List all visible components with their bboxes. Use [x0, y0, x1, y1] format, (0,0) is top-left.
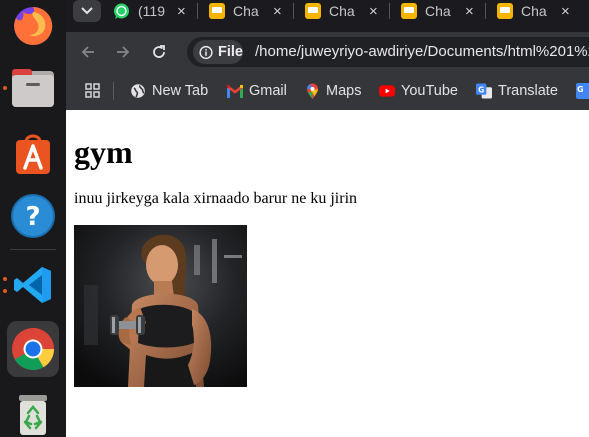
close-icon[interactable]: ×	[465, 3, 474, 20]
slides-icon	[209, 3, 225, 19]
slides-icon	[401, 3, 417, 19]
info-icon	[199, 45, 213, 59]
chip-label: File	[218, 44, 243, 60]
tab-separator	[485, 3, 486, 19]
help-icon[interactable]: ?	[7, 190, 59, 242]
tab-slides[interactable]: Cha ×	[401, 0, 481, 22]
gym-photo	[74, 225, 247, 387]
tab-slides[interactable]: Cha ×	[209, 0, 289, 22]
tab-slides[interactable]: Cha ×	[305, 0, 385, 22]
trash-icon[interactable]	[7, 388, 59, 437]
web-page: gym inuu jirkeyga kala xirnaado barur ne…	[66, 110, 589, 437]
bookmark-maps[interactable]: Maps	[304, 81, 361, 101]
bookmark-translate[interactable]: G Translate	[476, 81, 558, 101]
url-text: /home/juweyriyo-awdiriye/Documents/html%…	[255, 43, 589, 60]
slides-icon	[497, 3, 513, 19]
tab-search-button[interactable]	[73, 0, 101, 22]
bookmark-youtube[interactable]: YouTube	[379, 81, 458, 101]
tab-title: Cha	[425, 3, 451, 19]
back-arrow-icon[interactable]	[80, 44, 96, 60]
close-icon[interactable]: ×	[273, 3, 282, 20]
apps-grid-icon[interactable]	[85, 83, 100, 98]
reload-icon[interactable]	[151, 44, 167, 60]
tab-separator	[389, 3, 390, 19]
address-bar[interactable]: File /home/juweyriyo-awdiriye/Documents/…	[187, 37, 589, 67]
tab-title: Cha	[233, 3, 259, 19]
bookmark-label: Translate	[498, 83, 558, 99]
running-indicator	[3, 289, 7, 293]
app-center-icon[interactable]	[7, 128, 59, 180]
whatsapp-icon	[114, 3, 129, 19]
chrome-icon[interactable]	[7, 321, 59, 377]
dock-separator	[10, 249, 56, 250]
gmail-icon	[227, 83, 243, 99]
running-indicator	[3, 277, 7, 281]
bookmark-overflow-icon[interactable]: G	[576, 83, 589, 99]
translate-icon: G	[476, 83, 492, 99]
svg-text:?: ?	[25, 202, 40, 232]
tab-title: Cha	[329, 3, 355, 19]
bookmark-gmail[interactable]: Gmail	[227, 81, 287, 101]
bookmark-new-tab[interactable]: New Tab	[130, 81, 208, 101]
map-pin-icon	[304, 83, 320, 99]
firefox-icon[interactable]	[7, 0, 59, 52]
tab-title: (119	[138, 3, 165, 19]
ubuntu-dock: ?	[0, 0, 66, 437]
tab-separator	[293, 3, 294, 19]
tab-whatsapp[interactable]: (119 ×	[113, 0, 193, 22]
globe-icon	[130, 83, 146, 99]
tab-slides[interactable]: Cha ×	[497, 0, 577, 22]
site-info-chip[interactable]: File	[193, 40, 243, 64]
tab-separator	[197, 3, 198, 19]
tab-title: Cha	[521, 3, 547, 19]
close-icon[interactable]: ×	[369, 3, 378, 20]
bookmark-label: Maps	[326, 83, 362, 99]
vscode-icon[interactable]	[7, 259, 59, 311]
close-icon[interactable]: ×	[177, 3, 186, 20]
slides-icon	[305, 3, 321, 19]
page-paragraph: inuu jirkeyga kala xirnaado barur ne ku …	[74, 190, 358, 207]
bookmark-label: Gmail	[249, 83, 287, 99]
close-icon[interactable]: ×	[561, 3, 570, 20]
forward-arrow-icon[interactable]	[115, 44, 131, 60]
bookmark-label: YouTube	[401, 83, 458, 99]
svg-text:G: G	[478, 85, 484, 94]
youtube-icon	[379, 83, 395, 99]
bookmarks-bar: New Tab Gmail Maps YouTube G Translate G	[66, 72, 589, 110]
gym-photo-graphic	[74, 225, 247, 387]
page-heading: gym	[74, 134, 133, 170]
browser-toolbar: File /home/juweyriyo-awdiriye/Documents/…	[66, 32, 589, 72]
chevron-down-icon	[81, 7, 93, 15]
bookmarks-separator	[113, 82, 114, 100]
files-icon[interactable]	[7, 62, 59, 114]
tab-strip: (119 × Cha × Cha × Cha × Cha ×	[66, 0, 589, 32]
bookmark-label: New Tab	[152, 83, 209, 99]
